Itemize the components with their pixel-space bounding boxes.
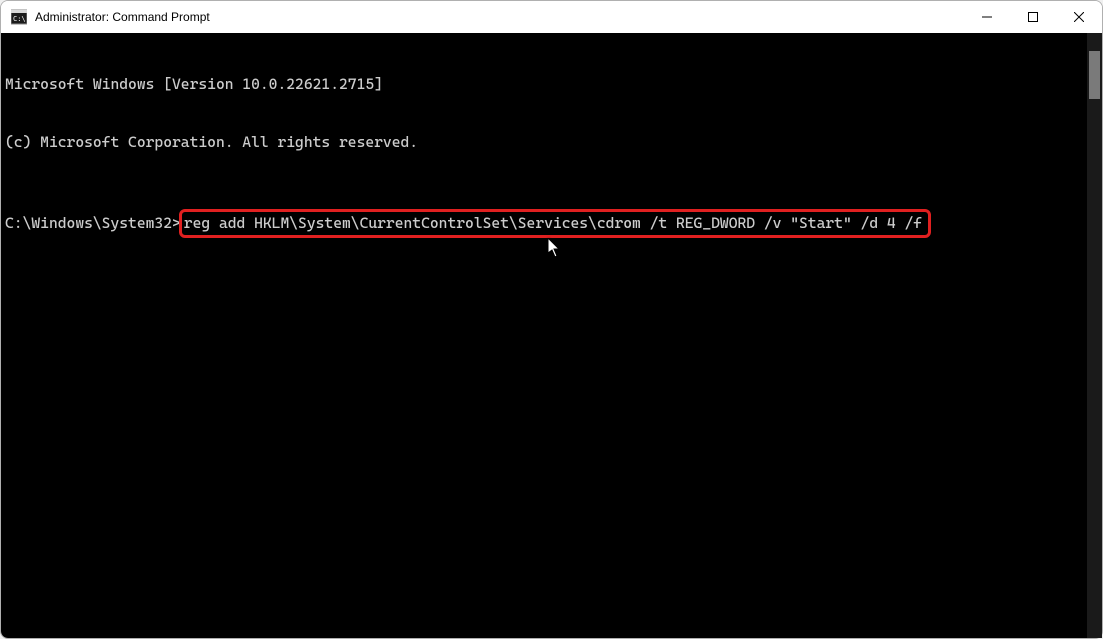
minimize-button[interactable] xyxy=(964,1,1010,33)
svg-text:C:\: C:\ xyxy=(13,15,26,23)
maximize-button[interactable] xyxy=(1010,1,1056,33)
window-controls xyxy=(964,1,1102,33)
terminal-output-line: (c) Microsoft Corporation. All rights re… xyxy=(5,133,1096,152)
scrollbar-thumb[interactable] xyxy=(1089,51,1100,99)
cmd-icon: C:\ xyxy=(11,9,27,25)
close-button[interactable] xyxy=(1056,1,1102,33)
terminal-command-text: reg add HKLM\System\CurrentControlSet\Se… xyxy=(184,214,922,232)
command-prompt-window: C:\ Administrator: Command Prompt Micros… xyxy=(0,0,1103,639)
terminal-prompt: C:\Windows\System32> xyxy=(5,214,181,233)
terminal-area[interactable]: Microsoft Windows [Version 10.0.22621.27… xyxy=(1,33,1102,638)
titlebar[interactable]: C:\ Administrator: Command Prompt xyxy=(1,1,1102,33)
terminal-output-line: Microsoft Windows [Version 10.0.22621.27… xyxy=(5,75,1096,94)
highlighted-command: reg add HKLM\System\CurrentControlSet\Se… xyxy=(179,209,931,238)
window-title: Administrator: Command Prompt xyxy=(35,10,964,24)
vertical-scrollbar[interactable] xyxy=(1087,33,1102,638)
terminal-prompt-line: C:\Windows\System32>reg add HKLM\System\… xyxy=(5,209,1096,238)
